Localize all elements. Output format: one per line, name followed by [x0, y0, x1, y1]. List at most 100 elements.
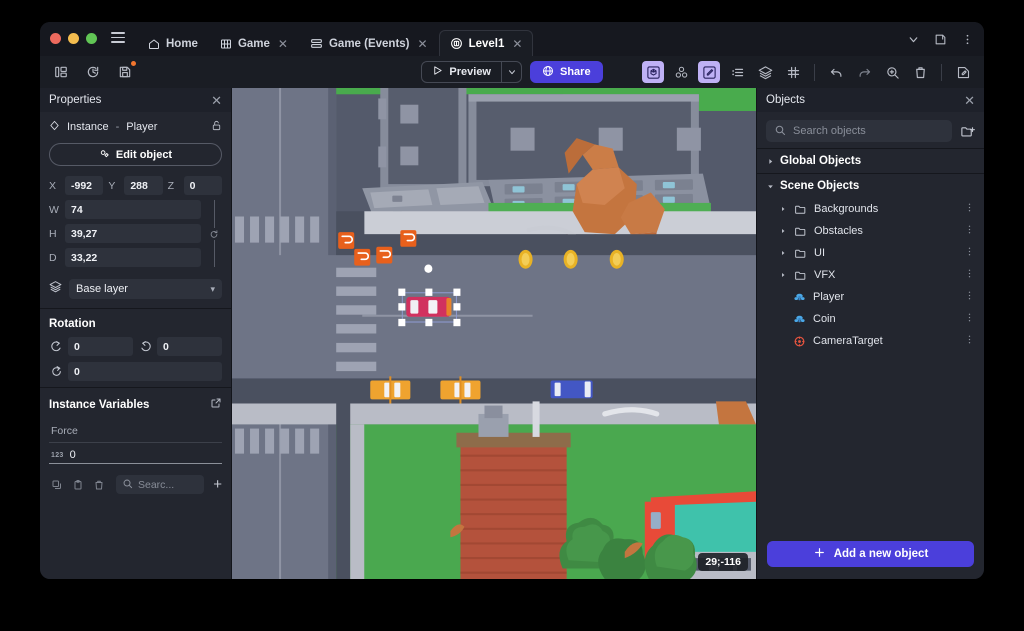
more-vertical-icon[interactable]	[964, 312, 975, 326]
add-new-object-button[interactable]: Add a new object	[767, 541, 974, 567]
cube-3d-icon[interactable]	[642, 61, 664, 83]
h-input[interactable]: 39,27	[65, 224, 201, 243]
object-row-vfx[interactable]: VFX	[757, 264, 984, 286]
tab-close-icon[interactable]: ✕	[512, 38, 522, 50]
layer-select[interactable]: Base layer ▾	[69, 279, 222, 299]
x-label: X	[49, 179, 57, 192]
scene-objects-group[interactable]: Scene Objects	[757, 173, 984, 198]
object-row-cameratarget[interactable]: CameraTarget	[757, 330, 984, 352]
more-vertical-icon[interactable]	[964, 334, 975, 348]
panel-layout-icon[interactable]	[934, 33, 947, 46]
tab-level1[interactable]: Level1 ✕	[438, 30, 534, 56]
position-row: X -992 Y 288 Z 0	[40, 176, 231, 200]
link-ratio-icon[interactable]	[206, 200, 222, 272]
more-vertical-icon[interactable]	[964, 290, 975, 304]
title-bar: Home Game ✕ Game (Events) ✕ Level1 ✕	[40, 22, 984, 56]
layers-icon[interactable]	[754, 61, 776, 83]
chevron-right-icon[interactable]	[779, 206, 787, 212]
tab-close-icon[interactable]: ✕	[418, 38, 428, 50]
preview-button-group: Preview	[421, 61, 522, 83]
undo-icon[interactable]	[825, 61, 847, 83]
rotation-x-input[interactable]: 0	[68, 337, 133, 356]
history-clock-icon[interactable]	[82, 61, 104, 83]
globe-icon	[542, 65, 554, 80]
object-row-obstacles[interactable]: Obstacles	[757, 220, 984, 242]
rotation-z-input[interactable]: 0	[68, 362, 222, 381]
instance-label: Instance	[67, 121, 109, 133]
close-icon[interactable]: ✕	[211, 94, 222, 107]
trash-icon[interactable]	[909, 61, 931, 83]
variable-search-input[interactable]: Searc...	[116, 475, 205, 494]
zoom-icon[interactable]	[881, 61, 903, 83]
folder-icon	[794, 247, 807, 260]
more-vertical-icon[interactable]	[961, 33, 974, 46]
tab-home[interactable]: Home	[137, 30, 209, 56]
objects-group-icon[interactable]	[670, 61, 692, 83]
chevron-right-icon[interactable]	[779, 228, 787, 234]
more-vertical-icon[interactable]	[964, 202, 975, 216]
object-row-backgrounds[interactable]: Backgrounds	[757, 198, 984, 220]
more-vertical-icon[interactable]	[964, 268, 975, 282]
copy-icon[interactable]	[51, 479, 63, 491]
close-icon[interactable]: ✕	[964, 94, 975, 107]
maximize-window-button[interactable]	[86, 32, 97, 44]
properties-panel: Properties ✕ Instance - Player Edit obje…	[40, 88, 232, 579]
objects-panel-header: Objects ✕	[757, 88, 984, 112]
delete-icon[interactable]	[93, 479, 105, 491]
toolbar-left-group	[50, 61, 136, 83]
global-objects-group[interactable]: Global Objects	[757, 148, 984, 173]
w-input[interactable]: 74	[65, 200, 201, 219]
tab-label: Level1	[468, 37, 505, 50]
tab-game-events[interactable]: Game (Events) ✕	[299, 30, 439, 56]
more-vertical-icon[interactable]	[964, 246, 975, 260]
instance-name: Player	[126, 121, 158, 133]
edit-panel-icon[interactable]	[952, 61, 974, 83]
window-traffic-lights	[50, 22, 97, 56]
add-variable-button[interactable]: +	[213, 477, 222, 492]
objects-search-placeholder: Search objects	[793, 125, 866, 137]
rotation-z-row: 0	[40, 362, 231, 387]
tab-game[interactable]: Game ✕	[209, 30, 299, 56]
d-input[interactable]: 33,22	[65, 248, 201, 267]
external-link-icon[interactable]	[210, 397, 222, 412]
x-input[interactable]: -992	[65, 176, 104, 195]
tab-close-icon[interactable]: ✕	[278, 38, 288, 50]
close-window-button[interactable]	[50, 32, 61, 44]
object-row-ui[interactable]: UI	[757, 242, 984, 264]
chevron-right-icon[interactable]	[779, 272, 787, 278]
new-folder-icon[interactable]	[960, 124, 975, 139]
objects-search-input[interactable]: Search objects	[766, 120, 952, 142]
hamburger-icon[interactable]	[105, 22, 131, 56]
object-row-coin[interactable]: Coin	[757, 308, 984, 330]
y-input[interactable]: 288	[124, 176, 163, 195]
preview-button[interactable]: Preview	[422, 62, 501, 82]
edit-object-button[interactable]: Edit object	[49, 143, 222, 166]
properties-list-icon[interactable]	[726, 61, 748, 83]
preview-dropdown-button[interactable]	[501, 62, 521, 82]
instance-variables-title: Instance Variables	[49, 398, 150, 411]
redo-icon[interactable]	[853, 61, 875, 83]
save-icon[interactable]	[114, 61, 136, 83]
z-input[interactable]: 0	[183, 176, 222, 195]
global-objects-label: Global Objects	[780, 155, 862, 167]
pencil-edit-icon[interactable]	[698, 61, 720, 83]
panels-layout-icon[interactable]	[50, 61, 72, 83]
tab-bar: Home Game ✕ Game (Events) ✕ Level1 ✕	[137, 22, 534, 56]
paste-icon[interactable]	[72, 479, 84, 491]
minimize-window-button[interactable]	[68, 32, 79, 44]
main-body: Properties ✕ Instance - Player Edit obje…	[40, 88, 984, 579]
grid-icon[interactable]	[782, 61, 804, 83]
lock-open-icon[interactable]	[211, 119, 222, 135]
rotation-y-input[interactable]: 0	[157, 337, 222, 356]
more-vertical-icon[interactable]	[964, 224, 975, 238]
scene-viewport[interactable]: 29;-116	[232, 88, 756, 579]
object-row-player[interactable]: Player	[757, 286, 984, 308]
layer-value: Base layer	[76, 283, 128, 295]
chevron-right-icon[interactable]	[779, 250, 787, 256]
search-icon	[122, 478, 133, 492]
share-button[interactable]: Share	[530, 61, 603, 83]
chevron-down-icon	[766, 183, 774, 190]
size-group: W 74 H 39,27 D 33,22	[40, 200, 231, 272]
variable-value-row[interactable]: 123 0	[49, 447, 222, 464]
chevron-down-icon[interactable]	[907, 33, 920, 46]
